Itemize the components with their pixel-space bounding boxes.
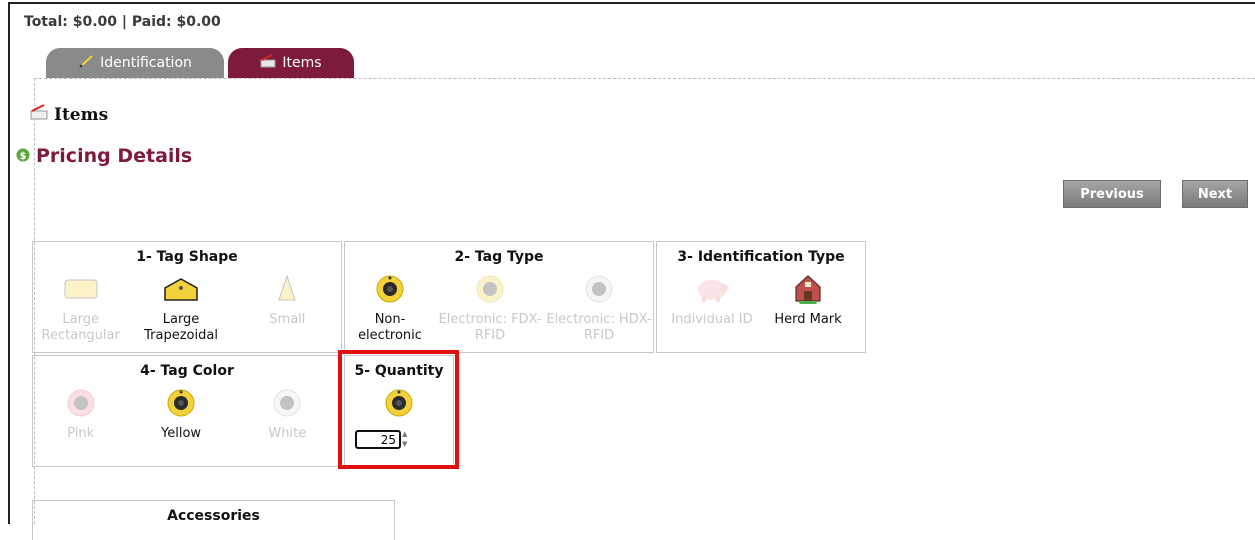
option-label: White [268, 426, 307, 441]
round-tag-icon [375, 274, 405, 309]
tag-color-option-pink[interactable]: Pink [33, 388, 128, 442]
tag-shape-panel: 1- Tag Shape Large Rectangular Large Tra… [32, 241, 342, 353]
identification-type-title: 3- Identification Type [677, 249, 845, 265]
quantity-highlight-box [338, 350, 459, 469]
totals-summary: Total: $0.00 | Paid: $0.00 [24, 14, 221, 30]
option-label: Individual ID [671, 312, 753, 327]
tab-identification-label: Identification [100, 55, 192, 71]
previous-button[interactable]: Previous [1063, 180, 1161, 208]
cart-icon [260, 54, 276, 72]
pencil-icon [78, 54, 94, 72]
small-tag-icon [275, 273, 299, 309]
barn-icon [792, 273, 824, 310]
identification-option-individual-id[interactable]: Individual ID [657, 274, 767, 328]
pig-icon [694, 274, 730, 309]
items-heading: Items [30, 104, 108, 125]
svg-text:$: $ [20, 151, 27, 162]
identification-option-herd-mark[interactable]: Herd Mark [767, 274, 849, 328]
tab-items-label: Items [282, 55, 322, 71]
option-label: Large Trapezoidal [144, 312, 218, 343]
rectangular-tag-icon [63, 278, 99, 305]
option-label: Herd Mark [774, 312, 842, 327]
option-label: Yellow [161, 426, 202, 441]
option-label: Pink [67, 426, 95, 441]
pricing-details-heading: $ Pricing Details [16, 145, 192, 167]
tag-color-option-yellow[interactable]: Yellow [128, 388, 233, 442]
tag-type-panel: 2- Tag Type Non-electronic Electronic: F… [344, 241, 654, 353]
pricing-details-label: Pricing Details [36, 145, 193, 167]
tab-identification[interactable]: Identification [46, 48, 224, 78]
accessories-panel: Accessories [32, 500, 395, 540]
tag-shape-title: 1- Tag Shape [136, 249, 238, 265]
option-label: Non-electronic [358, 312, 422, 343]
identification-type-panel: 3- Identification Type Individual ID Her… [656, 241, 866, 353]
tag-color-panel: 4- Tag Color Pink Yellow White [32, 355, 342, 467]
tag-type-option-fdx-rfid[interactable]: Electronic: FDX-RFID [435, 274, 545, 344]
dollar-icon: $ [16, 145, 30, 167]
items-heading-label: Items [54, 104, 109, 125]
cart-icon [30, 104, 48, 125]
tag-shape-option-large-rectangular[interactable]: Large Rectangular [33, 274, 128, 344]
tag-shape-option-small[interactable]: Small [234, 273, 341, 344]
option-label: Large Rectangular [41, 312, 120, 343]
tag-type-option-hdx-rfid[interactable]: Electronic: HDX-RFID [545, 274, 653, 344]
tag-shape-option-large-trapezoidal[interactable]: Large Trapezoidal [128, 274, 233, 344]
yellow-tag-icon [166, 388, 196, 423]
pink-tag-icon [66, 388, 96, 423]
next-button[interactable]: Next [1182, 180, 1248, 208]
tag-type-title: 2- Tag Type [454, 249, 544, 265]
round-tag-icon [584, 274, 614, 309]
round-tag-icon [475, 274, 505, 309]
trapezoidal-tag-icon [161, 276, 201, 307]
option-label: Small [269, 312, 306, 327]
tag-color-title: 4- Tag Color [140, 363, 234, 379]
tag-type-option-non-electronic[interactable]: Non-electronic [345, 274, 435, 344]
accessories-title: Accessories [167, 508, 260, 524]
white-tag-icon [272, 388, 302, 423]
option-label: Electronic: FDX-RFID [438, 312, 542, 343]
tag-color-option-white[interactable]: White [234, 388, 341, 442]
option-label: Electronic: HDX-RFID [546, 312, 652, 343]
tab-items[interactable]: Items [228, 48, 354, 78]
